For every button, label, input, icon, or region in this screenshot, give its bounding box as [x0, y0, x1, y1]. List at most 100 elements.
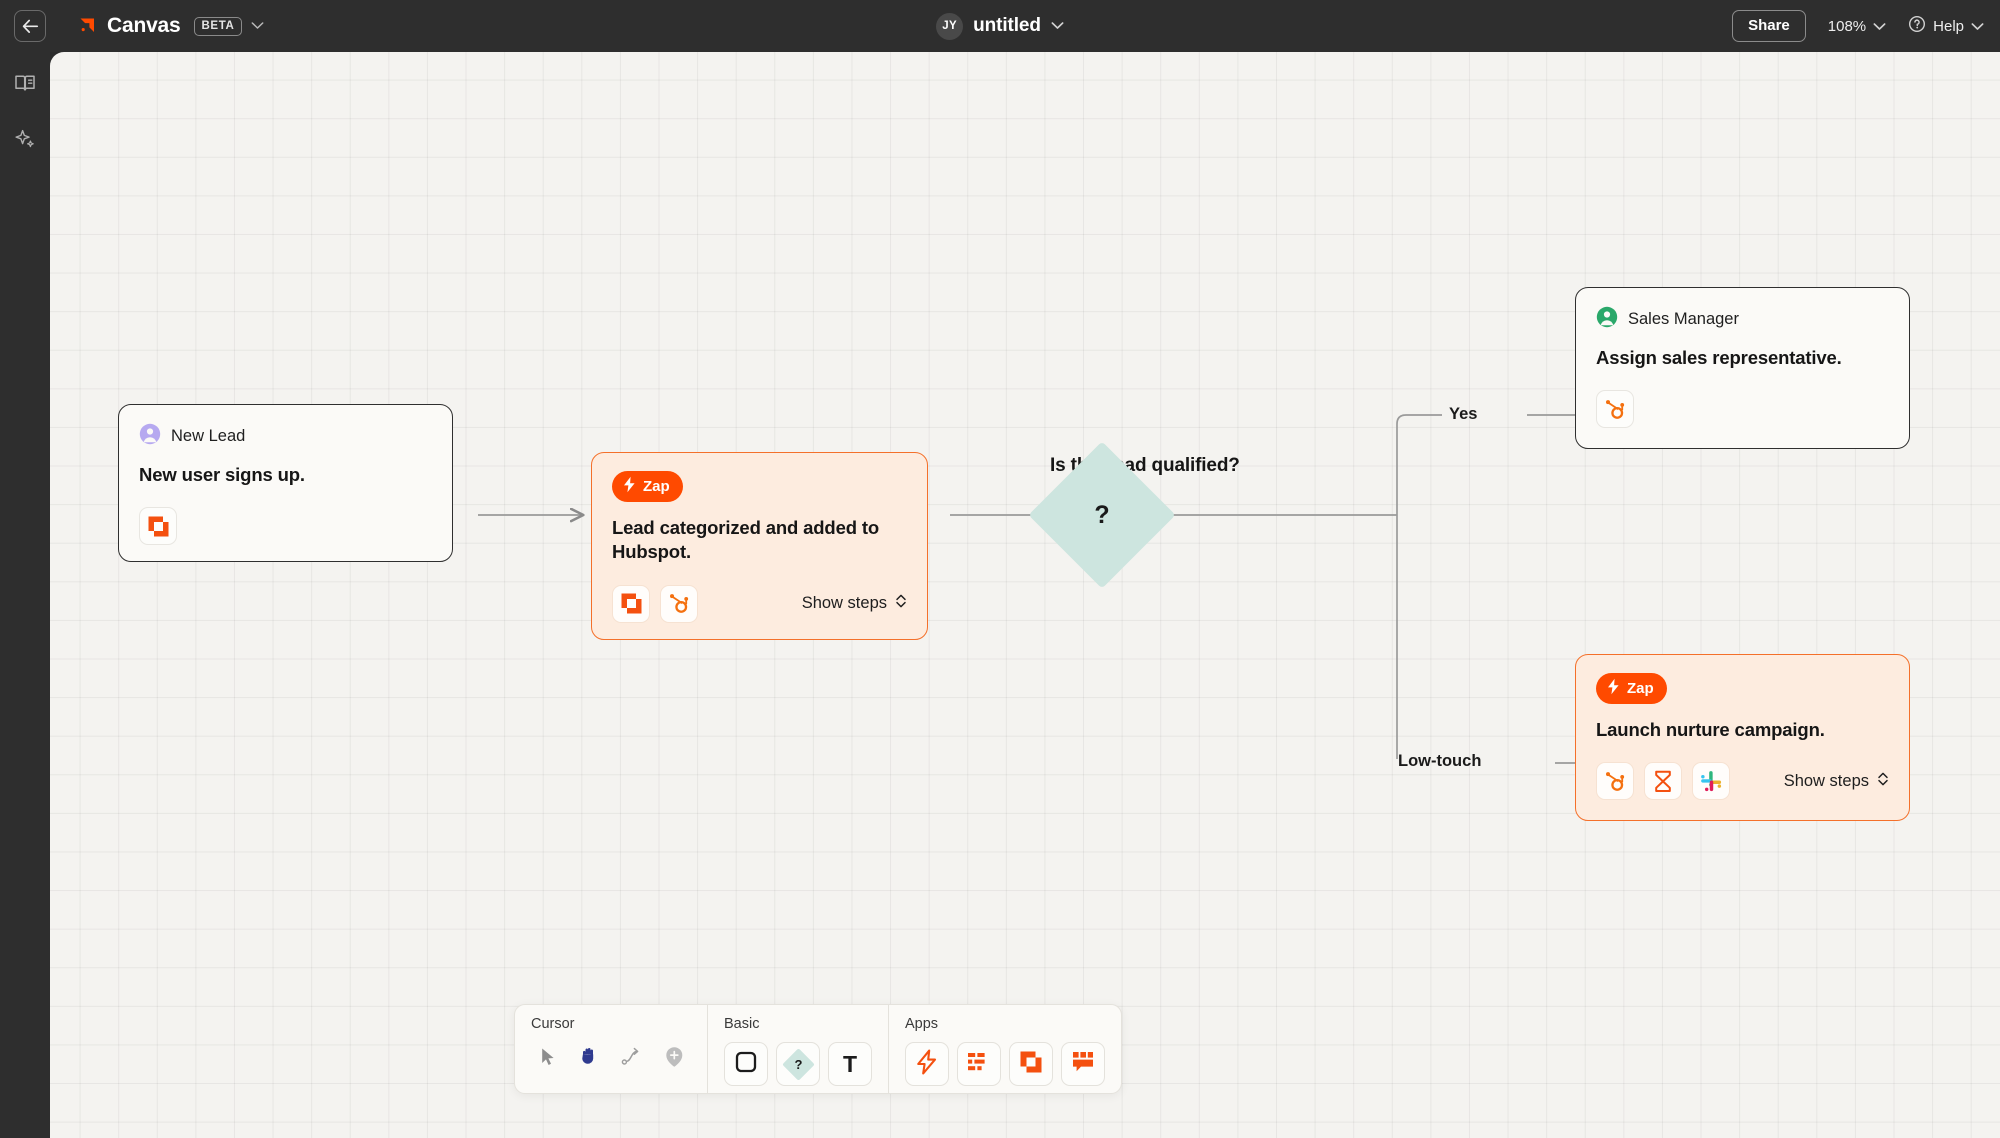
node-card[interactable]: Zap Launch nurture campaign. Show steps: [1575, 654, 1910, 822]
connector-layer: [478, 52, 2000, 1138]
tool-hand[interactable]: [573, 1042, 607, 1076]
node-app-row: Show steps: [1596, 762, 1889, 801]
decision-diamond-icon-glyph: ?: [794, 1056, 802, 1072]
node-card[interactable]: Sales Manager Assign sales representativ…: [1575, 287, 1910, 450]
hubspot-icon: [669, 594, 688, 614]
node-owner: Sales Manager: [1596, 306, 1889, 333]
delay-icon: [1655, 770, 1671, 792]
chevron-updown-icon: [895, 593, 907, 614]
tool-rectangle[interactable]: [724, 1042, 768, 1086]
bottom-toolbar: Cursor Basic ? T Apps: [514, 1004, 1122, 1094]
zoom-chevron-down-icon: [1873, 18, 1886, 35]
document-title[interactable]: untitled: [973, 15, 1041, 37]
help-control[interactable]: Help: [1908, 15, 1984, 37]
help-label: Help: [1933, 17, 1964, 35]
app-tile-interfaces[interactable]: [139, 507, 177, 546]
node-title: Lead categorized and added to Hubspot.: [612, 517, 880, 563]
zap-bolt-icon: [622, 476, 637, 497]
interfaces-icon: [148, 516, 168, 537]
document-chevron-down-icon[interactable]: [1051, 17, 1064, 35]
hand-icon: [579, 1046, 601, 1073]
interfaces-icon: [1019, 1050, 1043, 1079]
zap-badge: Zap: [1596, 673, 1667, 704]
show-steps-toggle[interactable]: Show steps: [788, 593, 907, 614]
decision-diamond[interactable]: ?: [1028, 441, 1176, 589]
toolbar-group-label: Basic: [724, 1016, 760, 1032]
show-steps-toggle[interactable]: Show steps: [1770, 771, 1889, 792]
sidebar-item-ai-assist[interactable]: [8, 124, 42, 158]
toolbar-group-basic: Basic ? T: [707, 1005, 888, 1093]
person-avatar-icon: [139, 423, 161, 450]
app-tile-hubspot[interactable]: [1596, 762, 1634, 801]
top-bar-left: Canvas BETA: [0, 10, 264, 42]
sparkle-icon: [14, 128, 36, 155]
comment-add-icon: [664, 1046, 685, 1073]
question-circle-icon: [1908, 15, 1926, 37]
node-lead-categorized[interactable]: Zap Lead categorized and added to Hubspo…: [591, 452, 928, 640]
arrow-left-icon: [22, 19, 38, 33]
node-sales-manager[interactable]: Sales Manager Assign sales representativ…: [1575, 287, 1910, 450]
node-card[interactable]: New Lead New user signs up.: [118, 404, 453, 563]
tool-app-interfaces[interactable]: [1009, 1042, 1053, 1086]
tables-icon: [967, 1051, 991, 1078]
share-button[interactable]: Share: [1732, 10, 1806, 42]
connector-icon: [621, 1047, 643, 1072]
node-title: New user signs up.: [139, 464, 305, 485]
toolbar-group-apps: Apps: [888, 1005, 1121, 1093]
avatar[interactable]: JY: [936, 12, 964, 40]
node-owner-label: Sales Manager: [1628, 310, 1739, 328]
edge-branch-yes-riser: [1396, 414, 1442, 515]
toolbar-group-label: Apps: [905, 1016, 939, 1032]
left-rail: [0, 52, 50, 1138]
top-bar: Canvas BETA JY untitled Share 108% Help: [0, 0, 2000, 52]
app-tile-delay[interactable]: [1644, 762, 1682, 801]
canvas-logo-icon: [76, 15, 98, 37]
zoom-control[interactable]: 108%: [1828, 18, 1886, 35]
toolbar-group-items: [531, 1042, 691, 1076]
node-app-row: [1596, 390, 1889, 429]
zap-badge-label: Zap: [1627, 680, 1654, 697]
tool-comment-add[interactable]: [657, 1042, 691, 1076]
tool-app-chatbots[interactable]: [1061, 1042, 1105, 1086]
tool-decision-diamond[interactable]: ?: [776, 1042, 820, 1086]
book-open-icon: [14, 73, 36, 98]
app-tile-hubspot[interactable]: [660, 584, 698, 623]
node-new-lead[interactable]: New Lead New user signs up.: [118, 404, 453, 563]
tool-app-tables[interactable]: [957, 1042, 1001, 1086]
zap-bolt-icon: [1606, 678, 1621, 699]
sidebar-item-library[interactable]: [8, 68, 42, 102]
canvas-viewport[interactable]: New Lead New user signs up. Zap Lead cat…: [50, 52, 2000, 1138]
node-owner-label: New Lead: [171, 427, 246, 445]
show-steps-label: Show steps: [1783, 771, 1869, 790]
tool-connector[interactable]: [615, 1042, 649, 1076]
pointer-icon: [540, 1047, 557, 1072]
text-tool-icon: T: [842, 1050, 858, 1077]
chatbots-icon: [1071, 1050, 1095, 1079]
node-nurture-campaign[interactable]: Zap Launch nurture campaign. Show steps: [1575, 654, 1910, 822]
help-chevron-down-icon: [1971, 18, 1984, 35]
app-tile-hubspot[interactable]: [1596, 390, 1634, 429]
brand-name: Canvas: [107, 14, 181, 37]
edge-label-low-touch: Low-touch: [1398, 752, 1482, 770]
app-tile-interfaces[interactable]: [612, 584, 650, 623]
back-button[interactable]: [14, 10, 46, 42]
node-title: Launch nurture campaign.: [1596, 719, 1825, 740]
toolbar-group-items: ? T: [724, 1042, 872, 1086]
zoom-level-label: 108%: [1827, 17, 1867, 35]
brand-chevron-down-icon[interactable]: [251, 17, 264, 35]
toolbar-group-label: Cursor: [531, 1016, 575, 1032]
person-avatar-icon: [1596, 306, 1618, 333]
tool-pointer[interactable]: [531, 1042, 565, 1076]
beta-badge: BETA: [193, 16, 243, 36]
tool-text[interactable]: T: [828, 1042, 872, 1086]
brand[interactable]: Canvas BETA: [76, 14, 264, 38]
app-tile-slack[interactable]: [1692, 762, 1730, 801]
slack-icon: [1700, 771, 1721, 791]
zap-bolt-icon: [915, 1049, 939, 1080]
node-card[interactable]: Zap Lead categorized and added to Hubspo…: [591, 452, 928, 640]
toolbar-group-items: [905, 1042, 1105, 1086]
tool-app-zaps[interactable]: [905, 1042, 949, 1086]
edge-label-yes: Yes: [1449, 405, 1478, 423]
toolbar-group-cursor: Cursor: [515, 1005, 707, 1093]
hubspot-icon: [1605, 400, 1624, 419]
